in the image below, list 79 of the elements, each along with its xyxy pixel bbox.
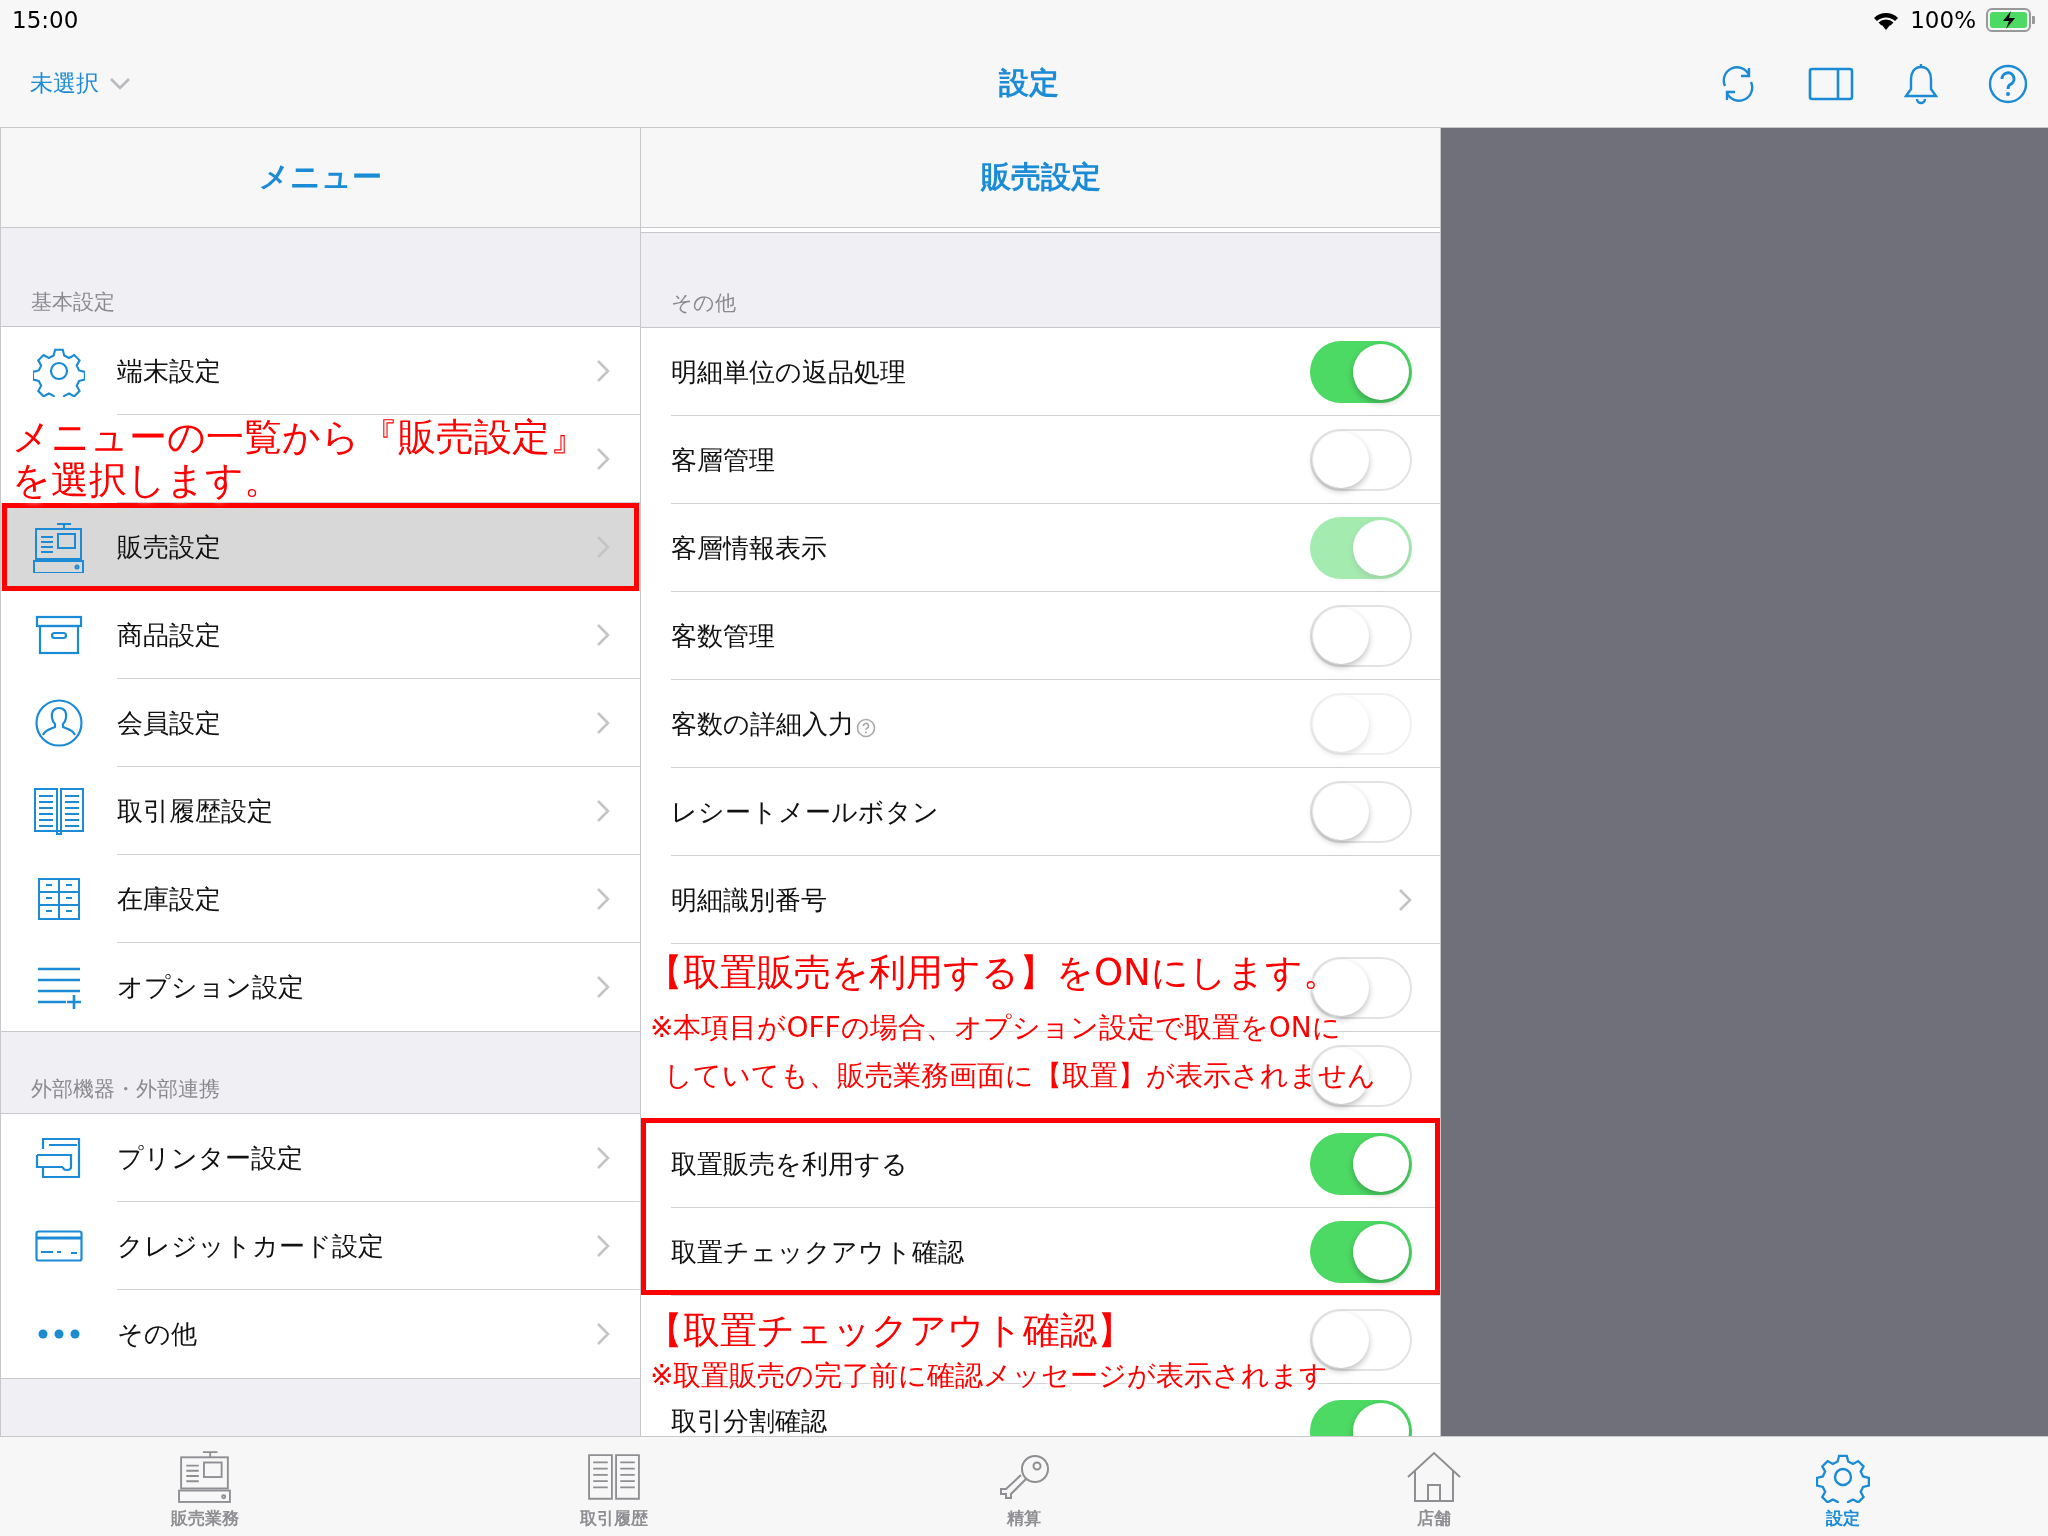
- sidebar-toggle-icon[interactable]: [1808, 66, 1854, 101]
- screen-title: 設定: [999, 64, 1059, 102]
- menu-item[interactable]: 会員設定: [1, 679, 640, 767]
- chevron-icon: [596, 1322, 610, 1346]
- setting-label: 客数の詳細入力: [671, 707, 854, 741]
- toggle-switch[interactable]: [1310, 429, 1412, 491]
- menu-item[interactable]: オプション設定: [1, 943, 640, 1031]
- panel-title: メニュー: [259, 158, 382, 196]
- battery-charging-icon: [1986, 8, 2036, 32]
- settings-row[interactable]: 明細識別番号: [641, 856, 1440, 944]
- annotation-heading: メニューの一覧から『販売設定』を選択します。: [12, 416, 588, 503]
- printer-icon: [35, 1137, 83, 1179]
- annotation-note: ※本項目がOFFの場合、オプション設定で取置をONに: [650, 1010, 1341, 1045]
- bell-icon[interactable]: [1904, 62, 1938, 105]
- chevron-down-icon: [109, 76, 131, 91]
- toggle-switch[interactable]: [1310, 1221, 1412, 1283]
- setting-label: 取置販売を利用する: [671, 1147, 908, 1181]
- toggle-switch[interactable]: [1310, 605, 1412, 667]
- section-header: その他: [671, 290, 736, 317]
- clock-time: 15:00: [12, 7, 79, 33]
- cash-register-icon: [176, 1449, 233, 1503]
- more-icon: [37, 1328, 81, 1340]
- menu-item-label: クレジットカード設定: [117, 1229, 385, 1263]
- annotation-note: していても、販売業務画面に【取置】が表示されません: [664, 1058, 1376, 1093]
- annotation-note: ※取置販売の完了前に確認メッセージが表示されます: [650, 1358, 1329, 1393]
- chevron-icon: [596, 887, 610, 911]
- setting-label: レシートメールボタン: [671, 795, 939, 829]
- wifi-icon: [1872, 10, 1901, 30]
- person-icon: [34, 698, 84, 748]
- menu-item-label: 会員設定: [117, 706, 222, 740]
- setting-label: 取置チェックアウト確認: [671, 1235, 964, 1269]
- menu-item[interactable]: 在庫設定: [1, 855, 640, 943]
- menu-item[interactable]: その他: [1, 1290, 640, 1378]
- cash-register-icon: [33, 521, 85, 573]
- setting-label: 取引分割確認: [671, 1408, 827, 1436]
- setting-label: 明細単位の返品処理: [671, 355, 906, 389]
- menu-item-label: 在庫設定: [117, 882, 222, 916]
- chevron-icon: [596, 1146, 610, 1170]
- list-plus-icon: [36, 965, 82, 1009]
- setting-label: 客数管理: [671, 619, 775, 653]
- menu-item-label: その他: [117, 1317, 198, 1351]
- menu-item[interactable]: 商品設定: [1, 591, 640, 679]
- annotation-heading: 【取置チェックアウト確認】: [646, 1308, 1134, 1354]
- menu-item-label: 端末設定: [117, 354, 222, 388]
- menu-item[interactable]: 端末設定: [1, 327, 640, 415]
- menu-item-label: 商品設定: [117, 618, 222, 652]
- chevron-icon: [596, 447, 610, 471]
- setting-label: 明細識別番号: [671, 883, 827, 917]
- chevron-icon: [596, 975, 610, 999]
- help-icon[interactable]: [1988, 63, 2028, 104]
- toggle-switch[interactable]: [1310, 781, 1412, 843]
- shelves-icon: [37, 877, 81, 921]
- chevron-icon: [596, 623, 610, 647]
- setting-label: 客層管理: [671, 443, 775, 477]
- chevron-icon: [596, 711, 610, 735]
- panel-title: 販売設定: [980, 158, 1101, 196]
- chevron-icon: [596, 1234, 610, 1258]
- battery-percent: 100%: [1910, 7, 1976, 33]
- menu-item-label: オプション設定: [117, 970, 305, 1004]
- house-icon: [1405, 1451, 1462, 1503]
- book-icon: [33, 787, 85, 835]
- section-header: 基本設定: [31, 289, 115, 316]
- book-icon: [587, 1453, 642, 1503]
- section-header: 外部機器・外部連携: [31, 1076, 220, 1103]
- menu-item-label: 取引履歴設定: [117, 794, 274, 828]
- menu-item[interactable]: クレジットカード設定: [1, 1202, 640, 1290]
- box-icon: [35, 615, 83, 655]
- menu-item[interactable]: 取引履歴設定: [1, 767, 640, 855]
- menu-item-label: プリンター設定: [117, 1141, 304, 1175]
- chevron-icon: [596, 359, 610, 383]
- annotation-heading: 【取置販売を利用する】をONにします。: [646, 950, 1340, 996]
- menu-item[interactable]: プリンター設定: [1, 1114, 640, 1202]
- chevron-icon: [1398, 888, 1412, 912]
- menu-item-label: 販売設定: [117, 530, 222, 564]
- setting-label: 客層情報表示: [671, 531, 827, 565]
- credit-card-icon: [35, 1230, 83, 1262]
- toggle-switch[interactable]: [1310, 1133, 1412, 1195]
- toggle-switch[interactable]: [1310, 341, 1412, 403]
- chevron-icon: [596, 799, 610, 823]
